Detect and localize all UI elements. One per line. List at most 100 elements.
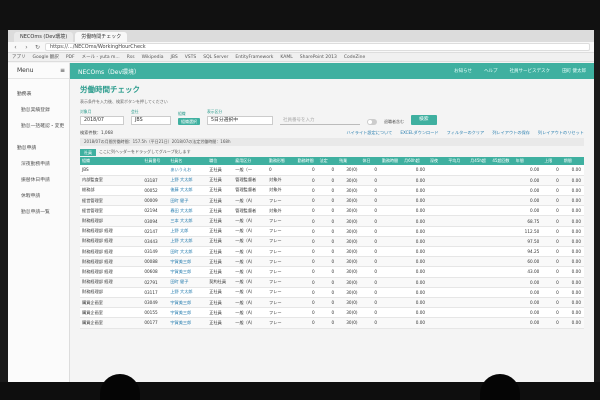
- employee-search-input[interactable]: 社員番号を入力: [280, 116, 360, 125]
- grid-action-link[interactable]: 列レイアウトの保存: [492, 130, 530, 136]
- table-row[interactable]: 財務経理部 経理 03443 上野 大太郎 正社員 一般（A） フレー 0 0 30(0) 0 0.…: [80, 236, 584, 248]
- bookmark-item[interactable]: メール - yuta m...: [82, 54, 120, 60]
- column-header[interactable]: 社員番号: [142, 157, 169, 165]
- table-row[interactable]: 経営管理室 02194 春田 大太郎 正社員 管理監督者 対象外 0 0 30(0) 0 0.00 0…: [80, 205, 584, 217]
- column-header[interactable]: 上限: [542, 157, 562, 165]
- table-row[interactable]: 財務経理部 経理 02147 上野 太郎 正社員 一般（A） フレー 0 0 30(0) 0 0.0…: [80, 226, 584, 237]
- bookmark-item[interactable]: PDF: [66, 55, 75, 60]
- column-header[interactable]: 職位: [207, 157, 234, 165]
- grid-action-link[interactable]: 列レイアウトのリセット: [538, 130, 584, 136]
- bookmark-item[interactable]: CodeZine: [344, 55, 365, 60]
- sidebar-item[interactable]: 休暇申請: [8, 187, 69, 203]
- table-cell[interactable]: 宇賀美三郎: [168, 297, 208, 309]
- table-cell[interactable]: あいうえお: [168, 165, 208, 176]
- column-header[interactable]: 45超回数: [490, 157, 514, 165]
- table-cell: 一般（A）: [233, 256, 268, 268]
- table-row[interactable]: 内部監査室 03187 上野 大太郎 正社員 管理監督者 対象外 0 0 30(0) 0 0.00 0…: [80, 175, 584, 186]
- table-row[interactable]: 総務部 00052 後藤 大太郎 正社員 管理監督者 対象外 0 0 30(0) 0 0.00 0.0…: [80, 185, 584, 197]
- group-chip[interactable]: 社員: [80, 148, 96, 156]
- grid-actions: ハイライト設定について EXCELダウンロード フィルターのクリア 列レイアウトの保存…: [347, 130, 585, 136]
- bookmark-item[interactable]: Wikipedia: [142, 55, 164, 60]
- bookmark-item[interactable]: Google 翻訳: [33, 54, 59, 60]
- bookmark-item[interactable]: JBS: [171, 55, 178, 60]
- url-field[interactable]: https://.../NECOms/WorkingHourCheck: [45, 43, 590, 51]
- column-header[interactable]: 社員名: [168, 157, 208, 165]
- sidebar-item[interactable]: 勤怠一括確認・変更: [8, 117, 69, 133]
- column-header[interactable]: 年間: [513, 157, 543, 165]
- table-cell[interactable]: 宇賀美三郎: [168, 256, 208, 268]
- table-row[interactable]: 購買企画室 03049 宇賀美三郎 正社員 一般（A） フレー 0 0 30(0) 0 0.00 0.…: [80, 297, 584, 309]
- column-header[interactable]: 残業: [337, 157, 361, 165]
- table-cell[interactable]: 上野 大太郎: [168, 287, 208, 298]
- user-menu[interactable]: 田町 健太郎: [562, 68, 586, 74]
- bookmark-item[interactable]: KAML: [280, 55, 292, 60]
- sidebar-group[interactable]: 勤怠申請: [8, 139, 69, 155]
- column-header[interactable]: 勤務時間: [380, 157, 403, 165]
- table-cell[interactable]: 上野 大太郎: [168, 236, 208, 248]
- table-row[interactable]: 財務経理部 経理 03149 田町 大太郎 正社員 一般（A） フレー 0 0 30(0) 0 0.…: [80, 246, 584, 258]
- table-cell[interactable]: 宇賀美三郎: [168, 266, 208, 278]
- column-header[interactable]: 期間: [561, 157, 584, 165]
- sidebar-item[interactable]: 深夜勤務申請: [8, 155, 69, 171]
- browser-tab-necoms[interactable]: NECOms (Dev環境): [14, 32, 74, 42]
- table-row[interactable]: 経営管理室 00009 田町 健子 正社員 一般（A） フレー 0 0 30(0) 0 0.00 0.…: [80, 195, 584, 207]
- bookmark-item[interactable]: アプリ: [12, 54, 26, 60]
- header-link-notice[interactable]: お知らせ: [454, 68, 472, 74]
- grid-action-link[interactable]: フィルターのクリア: [447, 130, 485, 136]
- group-drop-zone[interactable]: 社員 ここに列ヘッダーをドラッグしてグループ化します: [80, 148, 584, 156]
- brand-title[interactable]: NECOms（Dev環境）: [78, 67, 442, 76]
- table-cell[interactable]: 田町 大太郎: [168, 246, 208, 258]
- table-cell[interactable]: 春田 大太郎: [168, 205, 208, 217]
- table-cell[interactable]: 宇賀美三郎: [168, 317, 208, 329]
- table-cell[interactable]: 田町 健子: [168, 277, 208, 288]
- bookmark-item[interactable]: SharePoint 2013: [300, 55, 337, 60]
- table-cell[interactable]: 田町 健子: [168, 195, 208, 207]
- back-icon[interactable]: ‹: [12, 44, 19, 51]
- bookmark-item[interactable]: EntityFramework: [235, 55, 273, 60]
- column-header[interactable]: 組織: [80, 157, 143, 165]
- table-row[interactable]: 財務経理部 03117 上野 大太郎 正社員 一般（A） フレー 0 0 30(0) 0 0.00 0…: [80, 287, 584, 298]
- table-row[interactable]: 財務経理部 03094 三本 大太郎 正社員 一般（A） フレー 0 0 30(0) 0 0.00 6…: [80, 215, 584, 227]
- period-select[interactable]: 5日分選択中: [207, 116, 273, 125]
- sidebar-item[interactable]: 勤怠実績登録: [8, 101, 69, 117]
- month-input[interactable]: 2018/07: [80, 116, 124, 125]
- column-header[interactable]: 休日: [360, 157, 380, 165]
- reload-icon[interactable]: ↻: [34, 44, 41, 51]
- sidebar-group[interactable]: 勤務表: [8, 85, 69, 101]
- column-header[interactable]: 月45h超: [468, 157, 491, 165]
- company-select[interactable]: JBS: [131, 116, 171, 125]
- table-row[interactable]: 購買企画室 00155 宇賀美三郎 正社員 一般（A） フレー 0 0 30(0) 0 0.00 0.…: [80, 307, 584, 319]
- table-cell[interactable]: 三本 大太郎: [168, 215, 208, 227]
- column-header[interactable]: 深夜: [428, 157, 447, 165]
- header-link-servicedesk[interactable]: 社員サービスデスク: [510, 68, 551, 74]
- bookmark-item[interactable]: Rss: [127, 55, 135, 60]
- search-button[interactable]: 検索: [411, 115, 437, 125]
- grid-action-link[interactable]: ハイライト設定について: [347, 130, 393, 136]
- table-row[interactable]: JBS あいうえお 正社員 一般（一 0 0 0 30(0) 0 0.00 0.00 0 0.00: [80, 165, 584, 176]
- forward-icon[interactable]: ›: [23, 44, 30, 51]
- column-header[interactable]: 勤務時間: [295, 157, 318, 165]
- column-header[interactable]: 雇用区分: [233, 157, 268, 165]
- header-link-help[interactable]: ヘルプ: [484, 68, 498, 74]
- column-header[interactable]: 平均月: [446, 157, 469, 165]
- column-header[interactable]: 勤務形態: [267, 157, 296, 165]
- grid-action-link[interactable]: EXCELダウンロード: [400, 130, 438, 136]
- column-header[interactable]: 月60h超: [402, 157, 429, 165]
- browser-tab-working-hours[interactable]: 労働時間チェック: [75, 32, 128, 42]
- table-cell[interactable]: 上野 太郎: [168, 226, 208, 237]
- column-header[interactable]: 法定: [317, 157, 338, 165]
- sidebar-item[interactable]: 勤怠申請一覧: [8, 203, 69, 219]
- retired-toggle[interactable]: [367, 119, 377, 125]
- sidebar-item[interactable]: 振替休日申請: [8, 171, 69, 187]
- table-row[interactable]: 購買企画室 00177 宇賀美三郎 正社員 一般（A） フレー 0 0 30(0) 0 0.00 0.…: [80, 317, 584, 329]
- hamburger-icon[interactable]: ≡: [60, 67, 65, 74]
- org-select-button[interactable]: 組織選択: [178, 118, 200, 125]
- table-cell[interactable]: 宇賀美三郎: [168, 307, 208, 319]
- table-cell[interactable]: 後藤 大太郎: [168, 185, 208, 197]
- table-row[interactable]: 財務経理部 経理 02791 田町 健子 契約社員 一般（A） フレー 0 0 30(0) 0 0.…: [80, 277, 584, 288]
- bookmark-item[interactable]: VSTS: [185, 55, 197, 60]
- table-cell[interactable]: 上野 大太郎: [168, 175, 208, 186]
- table-row[interactable]: 財務経理部 経理 00088 宇賀美三郎 正社員 一般（A） フレー 0 0 30(0) 0 0.0…: [80, 256, 584, 268]
- table-row[interactable]: 財務経理部 経理 00608 宇賀美三郎 正社員 一般（A） フレー 0 0 30(0) 0 0.0…: [80, 266, 584, 278]
- bookmark-item[interactable]: SQL Server: [203, 55, 228, 60]
